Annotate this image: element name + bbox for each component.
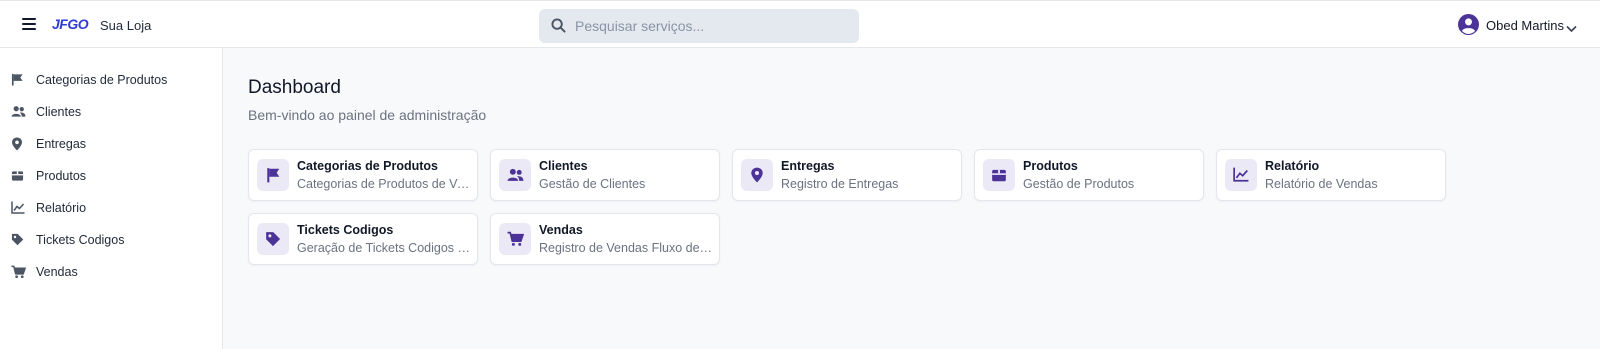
card-clientes[interactable]: Clientes Gestão de Clientes	[490, 149, 720, 201]
user-name: Obed Martins	[1486, 18, 1565, 33]
card-description: Geração de Tickets Codigos de...	[297, 241, 472, 255]
card-description: Relatório de Vendas	[1265, 177, 1378, 191]
flag-icon	[11, 73, 25, 87]
map-pin-icon	[11, 137, 25, 151]
chart-line-icon	[11, 201, 25, 215]
sidebar-item-categorias[interactable]: Categorias de Produtos	[0, 65, 222, 95]
search-input[interactable]	[575, 9, 845, 43]
avatar-icon	[1458, 14, 1479, 35]
search-icon	[551, 18, 566, 38]
card-description: Registro de Vendas Fluxo de C...	[539, 241, 714, 255]
flag-icon	[257, 159, 289, 191]
sidebar-item-label: Entregas	[36, 137, 87, 151]
sidebar-item-produtos[interactable]: Produtos	[0, 161, 222, 191]
users-icon	[499, 159, 531, 191]
menu-icon[interactable]	[22, 18, 36, 30]
card-produtos[interactable]: Produtos Gestão de Produtos	[974, 149, 1204, 201]
sidebar: Categorias de Produtos Clientes Entregas…	[0, 48, 223, 349]
sidebar-item-entregas[interactable]: Entregas	[0, 129, 222, 159]
card-categorias-de-produtos[interactable]: Categorias de Produtos Categorias de Pro…	[248, 149, 478, 201]
users-icon	[11, 105, 26, 119]
card-description: Gestão de Clientes	[539, 177, 646, 191]
sidebar-item-label: Categorias de Produtos	[36, 73, 168, 87]
card-tickets-codigos[interactable]: Tickets Codigos Geração de Tickets Codig…	[248, 213, 478, 265]
box-icon	[983, 159, 1015, 191]
chevron-down-icon	[1566, 20, 1577, 38]
sidebar-item-relatorio[interactable]: Relatório	[0, 193, 222, 223]
sidebar-item-label: Vendas	[36, 265, 78, 279]
chart-line-icon	[1225, 159, 1257, 191]
box-icon	[11, 169, 25, 183]
card-title: Vendas	[539, 223, 583, 237]
logo[interactable]: JFGO	[52, 16, 89, 32]
sidebar-item-clientes[interactable]: Clientes	[0, 97, 222, 127]
card-description: Registro de Entregas	[781, 177, 899, 191]
sidebar-item-label: Tickets Codigos	[36, 233, 125, 247]
map-pin-icon	[741, 159, 773, 191]
card-title: Produtos	[1023, 159, 1078, 173]
sidebar-item-tickets-codigos[interactable]: Tickets Codigos	[0, 225, 222, 255]
top-bar: JFGO Sua Loja Obed Martins	[0, 0, 1600, 48]
card-title: Relatório	[1265, 159, 1320, 173]
sidebar-item-vendas[interactable]: Vendas	[0, 257, 222, 287]
cart-icon	[499, 223, 531, 255]
card-title: Clientes	[539, 159, 588, 173]
card-relatorio[interactable]: Relatório Relatório de Vendas	[1216, 149, 1446, 201]
card-description: Categorias de Produtos de Ve...	[297, 177, 472, 191]
search-box[interactable]	[539, 9, 859, 43]
sidebar-item-label: Relatório	[36, 201, 87, 215]
tag-icon	[11, 233, 25, 247]
tag-icon	[257, 223, 289, 255]
sidebar-item-label: Produtos	[36, 169, 87, 183]
sidebar-item-label: Clientes	[36, 105, 82, 119]
card-vendas[interactable]: Vendas Registro de Vendas Fluxo de C...	[490, 213, 720, 265]
card-entregas[interactable]: Entregas Registro de Entregas	[732, 149, 962, 201]
card-title: Entregas	[781, 159, 835, 173]
card-title: Tickets Codigos	[297, 223, 394, 237]
store-name: Sua Loja	[100, 18, 152, 33]
page-subtitle: Bem-vindo ao painel de administração	[248, 107, 487, 123]
cart-icon	[11, 265, 27, 279]
page-title: Dashboard	[248, 77, 341, 98]
card-title: Categorias de Produtos	[297, 159, 438, 173]
card-description: Gestão de Produtos	[1023, 177, 1135, 191]
